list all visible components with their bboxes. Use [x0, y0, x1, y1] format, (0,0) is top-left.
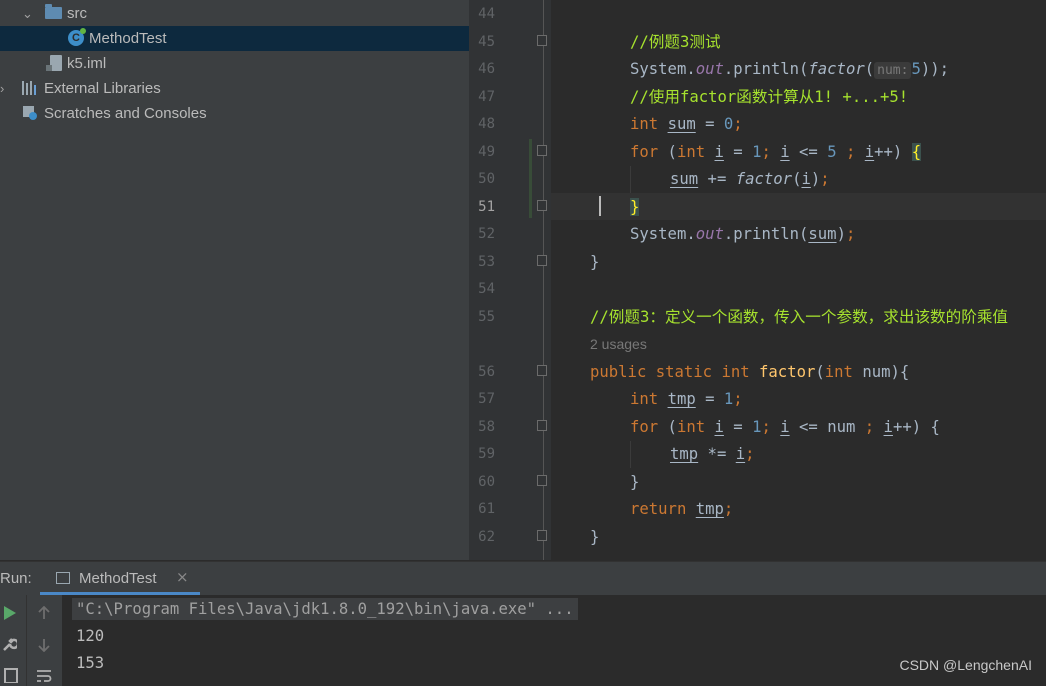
tree-item-src[interactable]: ⌄ src [0, 1, 469, 26]
console-output-line: 120 [76, 627, 105, 645]
indent-guide [630, 441, 631, 468]
code-line-58: for (int i = 1; i <= num ; i++) { [630, 418, 940, 436]
project-tree-panel: ⌄ src C MethodTest k5.iml › External Lib… [0, 0, 469, 560]
code-line-45: //例题3测试 [630, 33, 721, 51]
fold-marker-icon[interactable] [537, 35, 547, 46]
code-line-51: } [630, 198, 640, 216]
tree-item-label: Scratches and Consoles [44, 105, 207, 122]
fold-marker-icon[interactable] [537, 530, 547, 541]
down-arrow-icon[interactable] [38, 638, 50, 652]
run-tab-methodtest[interactable]: MethodTest × [40, 562, 200, 595]
code-line-48: int sum = 0; [630, 115, 743, 133]
tree-item-label: MethodTest [89, 30, 167, 47]
param-hint: num: [874, 62, 912, 79]
line-number[interactable]: 60 [469, 474, 495, 490]
text-caret [599, 196, 601, 216]
line-number[interactable]: 56 [469, 364, 495, 380]
run-toolbar [0, 595, 26, 686]
current-line-highlight [551, 193, 1046, 220]
line-number[interactable]: 55 [469, 309, 495, 325]
soft-wrap-icon[interactable] [36, 669, 52, 683]
code-line-62: } [590, 528, 600, 546]
line-number[interactable]: 47 [469, 89, 495, 105]
code-line-61: return tmp; [630, 500, 734, 518]
code-line-57: int tmp = 1; [630, 390, 743, 408]
run-tool-window-header: Run: MethodTest × [0, 561, 1046, 595]
run-tab-label: MethodTest [79, 570, 157, 587]
chevron-down-icon[interactable]: ⌄ [22, 1, 33, 26]
up-arrow-icon[interactable] [38, 606, 50, 620]
line-number[interactable]: 53 [469, 254, 495, 270]
console-toolbar [26, 595, 63, 686]
tree-item-label: k5.iml [67, 55, 107, 72]
tree-item-scratches[interactable]: Scratches and Consoles [0, 101, 469, 126]
line-number[interactable]: 45 [469, 34, 495, 50]
line-number[interactable]: 58 [469, 419, 495, 435]
watermark: CSDN @LengchenAI [899, 657, 1032, 673]
usages-hint[interactable]: 2 usages [590, 336, 647, 352]
code-line-50: sum += factor(i); [670, 170, 830, 188]
line-number[interactable]: 51 [469, 199, 495, 215]
code-line-46: System.out.println(factor(num: 5)); [630, 60, 949, 79]
line-number[interactable]: 50 [469, 171, 495, 187]
line-number[interactable]: 57 [469, 391, 495, 407]
code-line-59: tmp *= i; [670, 445, 755, 463]
indent-guide [630, 166, 631, 193]
tree-item-k5-iml[interactable]: k5.iml [0, 51, 469, 76]
line-number[interactable]: 62 [469, 529, 495, 545]
folder-icon [45, 4, 62, 19]
fold-marker-icon[interactable] [537, 475, 547, 486]
tree-item-external-libraries[interactable]: › External Libraries [0, 76, 469, 101]
rerun-icon[interactable] [3, 606, 17, 620]
tree-item-methodtest[interactable]: C MethodTest [0, 26, 469, 51]
code-line-60: } [630, 473, 640, 491]
wrench-icon[interactable] [1, 637, 17, 653]
vcs-change-marker [529, 139, 532, 218]
code-line-53: } [590, 253, 600, 271]
scratches-icon [23, 106, 37, 120]
code-line-49: for (int i = 1; i <= 5 ; i++) { [630, 143, 922, 161]
iml-file-icon [46, 55, 62, 71]
line-number[interactable]: 52 [469, 226, 495, 242]
java-class-icon: C [68, 28, 86, 46]
console-command-line: "C:\Program Files\Java\jdk1.8.0_192\bin\… [72, 598, 578, 620]
fold-marker-icon[interactable] [537, 200, 547, 211]
close-icon[interactable]: × [176, 568, 189, 586]
line-number[interactable]: 59 [469, 446, 495, 462]
code-line-47: //使用factor函数计算从1! +...+5! [630, 88, 909, 106]
tree-item-label: src [67, 5, 87, 22]
line-number[interactable]: 49 [469, 144, 495, 160]
tree-item-label: External Libraries [44, 80, 161, 97]
fold-marker-icon[interactable] [537, 145, 547, 156]
chevron-right-icon[interactable]: › [0, 76, 4, 101]
line-number[interactable]: 44 [469, 6, 495, 22]
console-tab-icon [56, 572, 70, 584]
code-line-56: public static int factor(int num){ [590, 363, 910, 381]
line-number[interactable]: 54 [469, 281, 495, 297]
fold-marker-icon[interactable] [537, 365, 547, 376]
run-label: Run: [0, 570, 32, 587]
line-number[interactable]: 46 [469, 61, 495, 77]
code-line-55: //例题3：定义一个函数，传入一个参数，求出该数的阶乘值 [590, 308, 1009, 326]
pin-icon[interactable] [3, 667, 19, 683]
libraries-icon [22, 81, 39, 95]
console-output-line: 153 [76, 654, 105, 672]
fold-marker-icon[interactable] [537, 255, 547, 266]
fold-marker-icon[interactable] [537, 420, 547, 431]
line-number[interactable]: 48 [469, 116, 495, 132]
code-line-52: System.out.println(sum); [630, 225, 856, 243]
line-number[interactable]: 61 [469, 501, 495, 517]
